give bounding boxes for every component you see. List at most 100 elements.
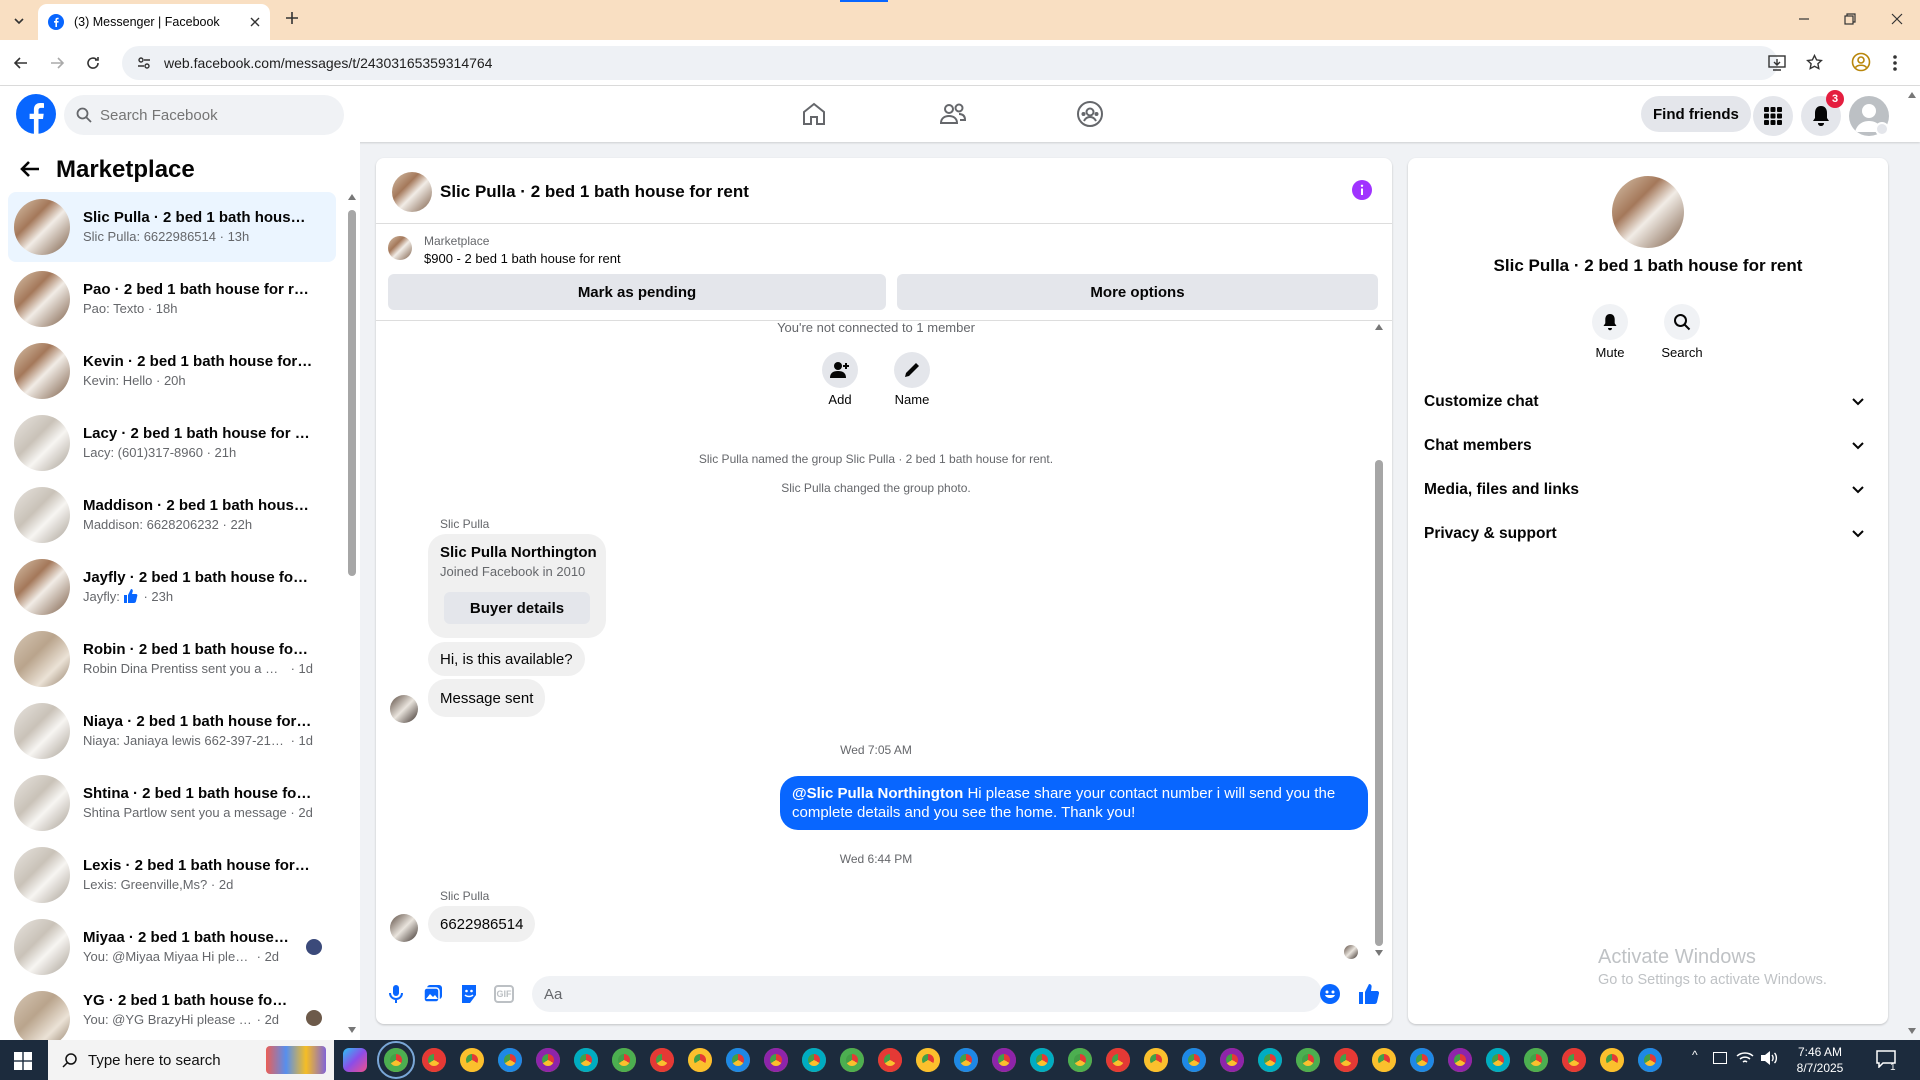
taskbar-chrome-icon[interactable] bbox=[992, 1048, 1016, 1072]
site-info-icon[interactable] bbox=[136, 55, 152, 71]
conversation-item[interactable]: Kevin · 2 bed 1 bath house for rent Kevi… bbox=[8, 336, 336, 406]
chat-title[interactable]: Slic Pulla · 2 bed 1 bath house for rent bbox=[440, 182, 749, 202]
show-hidden-icons-icon[interactable]: ^ bbox=[1692, 1048, 1698, 1062]
bookmark-star-icon[interactable] bbox=[1806, 54, 1823, 71]
taskbar-chrome-icon[interactable] bbox=[1334, 1048, 1358, 1072]
mark-as-pending-button[interactable]: Mark as pending bbox=[388, 274, 886, 310]
conversation-list-scrollbar[interactable] bbox=[348, 210, 356, 576]
windows-start-icon[interactable] bbox=[14, 1052, 32, 1070]
taskbar-chrome-icon[interactable] bbox=[1638, 1048, 1662, 1072]
taskbar-chrome-icon[interactable] bbox=[1258, 1048, 1282, 1072]
taskbar-chrome-icon[interactable] bbox=[498, 1048, 522, 1072]
nav-home[interactable] bbox=[758, 86, 870, 142]
taskbar-chrome-icon[interactable] bbox=[650, 1048, 674, 1072]
message-mention[interactable]: @Slic Pulla Northington bbox=[792, 785, 963, 802]
taskbar-chrome-icon[interactable] bbox=[1220, 1048, 1244, 1072]
window-close-icon[interactable] bbox=[1890, 12, 1904, 26]
nav-friends[interactable] bbox=[897, 86, 1009, 142]
conversation-item[interactable]: Robin · 2 bed 1 bath house for rent Robi… bbox=[8, 624, 336, 694]
media-files-links-section[interactable]: Media, files and links bbox=[1424, 468, 1872, 512]
facebook-search-input[interactable] bbox=[100, 106, 300, 124]
incoming-message[interactable]: 6622986514 bbox=[428, 906, 536, 942]
photo-icon[interactable] bbox=[423, 984, 443, 1004]
facebook-logo-icon[interactable] bbox=[16, 94, 56, 134]
tab-search-icon[interactable] bbox=[8, 10, 30, 32]
listing-title[interactable]: $900 - 2 bed 1 bath house for rent bbox=[424, 251, 621, 266]
taskbar-search[interactable]: Type here to search bbox=[48, 1040, 334, 1080]
wifi-icon[interactable] bbox=[1736, 1050, 1754, 1066]
chat-avatar[interactable] bbox=[392, 172, 432, 212]
tablet-icon[interactable] bbox=[1713, 1052, 1727, 1064]
taskbar-chrome-icon[interactable] bbox=[726, 1048, 750, 1072]
chat-scrollbar[interactable] bbox=[1375, 460, 1383, 946]
forward-icon[interactable] bbox=[49, 55, 65, 71]
conversation-item[interactable]: YG · 2 bed 1 bath house for rent You: @Y… bbox=[8, 984, 336, 1040]
taskbar-chrome-icon[interactable] bbox=[1068, 1048, 1092, 1072]
sender-avatar[interactable] bbox=[390, 695, 418, 723]
taskbar-chrome-icon[interactable] bbox=[954, 1048, 978, 1072]
taskbar-chrome-icon[interactable] bbox=[1106, 1048, 1130, 1072]
conversation-item[interactable]: Lexis · 2 bed 1 bath house for rent Lexi… bbox=[8, 840, 336, 910]
menu-button[interactable] bbox=[1753, 96, 1793, 136]
sender-avatar[interactable] bbox=[390, 914, 418, 942]
emoji-icon[interactable] bbox=[1320, 984, 1340, 1004]
conversation-item[interactable]: Lacy · 2 bed 1 bath house for rent Lacy:… bbox=[8, 408, 336, 478]
taskbar-chrome-icon[interactable] bbox=[460, 1048, 484, 1072]
taskbar-chrome-icon[interactable] bbox=[916, 1048, 940, 1072]
search-in-chat-button[interactable] bbox=[1664, 304, 1700, 340]
conversation-item[interactable]: Maddison · 2 bed 1 bath house for rent M… bbox=[8, 480, 336, 550]
taskbar-chrome-icon[interactable] bbox=[1600, 1048, 1624, 1072]
taskbar-chrome-icon[interactable] bbox=[688, 1048, 712, 1072]
taskbar-chrome-icon[interactable] bbox=[612, 1048, 636, 1072]
taskbar-chrome-icon[interactable] bbox=[1486, 1048, 1510, 1072]
conversation-item[interactable]: Pao · 2 bed 1 bath house for rent Pao: T… bbox=[8, 264, 336, 334]
name-group-button[interactable] bbox=[894, 352, 930, 388]
restore-icon[interactable] bbox=[1843, 12, 1857, 26]
info-icon[interactable] bbox=[1352, 180, 1372, 200]
message-input[interactable]: Aa bbox=[532, 976, 1322, 1012]
scroll-down-icon[interactable] bbox=[1375, 950, 1383, 956]
taskbar-chrome-icon[interactable] bbox=[377, 1041, 415, 1079]
copilot-icon[interactable] bbox=[343, 1048, 367, 1072]
customize-chat-section[interactable]: Customize chat bbox=[1424, 380, 1872, 424]
microphone-icon[interactable] bbox=[388, 984, 404, 1004]
gif-icon[interactable]: GIF bbox=[494, 985, 514, 1003]
volume-icon[interactable] bbox=[1760, 1050, 1778, 1066]
outgoing-message[interactable]: @Slic Pulla Northington Hi please share … bbox=[780, 776, 1368, 830]
listing-thumbnail[interactable] bbox=[388, 236, 412, 260]
taskbar-chrome-icon[interactable] bbox=[1448, 1048, 1472, 1072]
incoming-message[interactable]: Message sent bbox=[428, 679, 546, 717]
taskbar-chrome-icon[interactable] bbox=[802, 1048, 826, 1072]
chat-members-section[interactable]: Chat members bbox=[1424, 424, 1872, 468]
find-friends-button[interactable]: Find friends bbox=[1641, 96, 1751, 132]
account-chevron-icon[interactable] bbox=[1875, 122, 1889, 136]
page-scroll-up-icon[interactable] bbox=[1908, 92, 1916, 98]
facebook-search-bar[interactable] bbox=[64, 95, 344, 135]
chrome-menu-icon[interactable] bbox=[1892, 54, 1898, 72]
conversation-item[interactable]: Shtina · 2 bed 1 bath house for rent Sht… bbox=[8, 768, 336, 838]
scroll-up-icon[interactable] bbox=[1375, 324, 1383, 330]
like-send-icon[interactable] bbox=[1358, 983, 1380, 1005]
page-scroll-down-icon[interactable] bbox=[1908, 1028, 1916, 1034]
scroll-down-icon[interactable] bbox=[348, 1027, 356, 1033]
buyer-details-button[interactable]: Buyer details bbox=[444, 592, 590, 624]
taskbar-clock[interactable]: 7:46 AM 8/7/2025 bbox=[1783, 1044, 1857, 1076]
taskbar-chrome-icon[interactable] bbox=[574, 1048, 598, 1072]
add-member-button[interactable] bbox=[822, 352, 858, 388]
taskbar-chrome-icon[interactable] bbox=[840, 1048, 864, 1072]
sticker-icon[interactable] bbox=[459, 984, 479, 1004]
more-options-button[interactable]: More options bbox=[897, 274, 1378, 310]
new-tab-icon[interactable] bbox=[284, 10, 300, 26]
taskbar-chrome-icon[interactable] bbox=[1296, 1048, 1320, 1072]
nav-groups[interactable] bbox=[1034, 86, 1146, 142]
mute-button[interactable] bbox=[1592, 304, 1628, 340]
group-photo[interactable] bbox=[1612, 176, 1684, 248]
browser-tab[interactable]: (3) Messenger | Facebook bbox=[38, 4, 270, 40]
back-icon[interactable] bbox=[13, 55, 29, 71]
reload-icon[interactable] bbox=[85, 55, 101, 71]
taskbar-chrome-icon[interactable] bbox=[1562, 1048, 1586, 1072]
install-app-icon[interactable] bbox=[1768, 55, 1786, 71]
taskbar-chrome-icon[interactable] bbox=[878, 1048, 902, 1072]
taskbar-chrome-icon[interactable] bbox=[536, 1048, 560, 1072]
incoming-message[interactable]: Hi, is this available? bbox=[428, 642, 585, 676]
